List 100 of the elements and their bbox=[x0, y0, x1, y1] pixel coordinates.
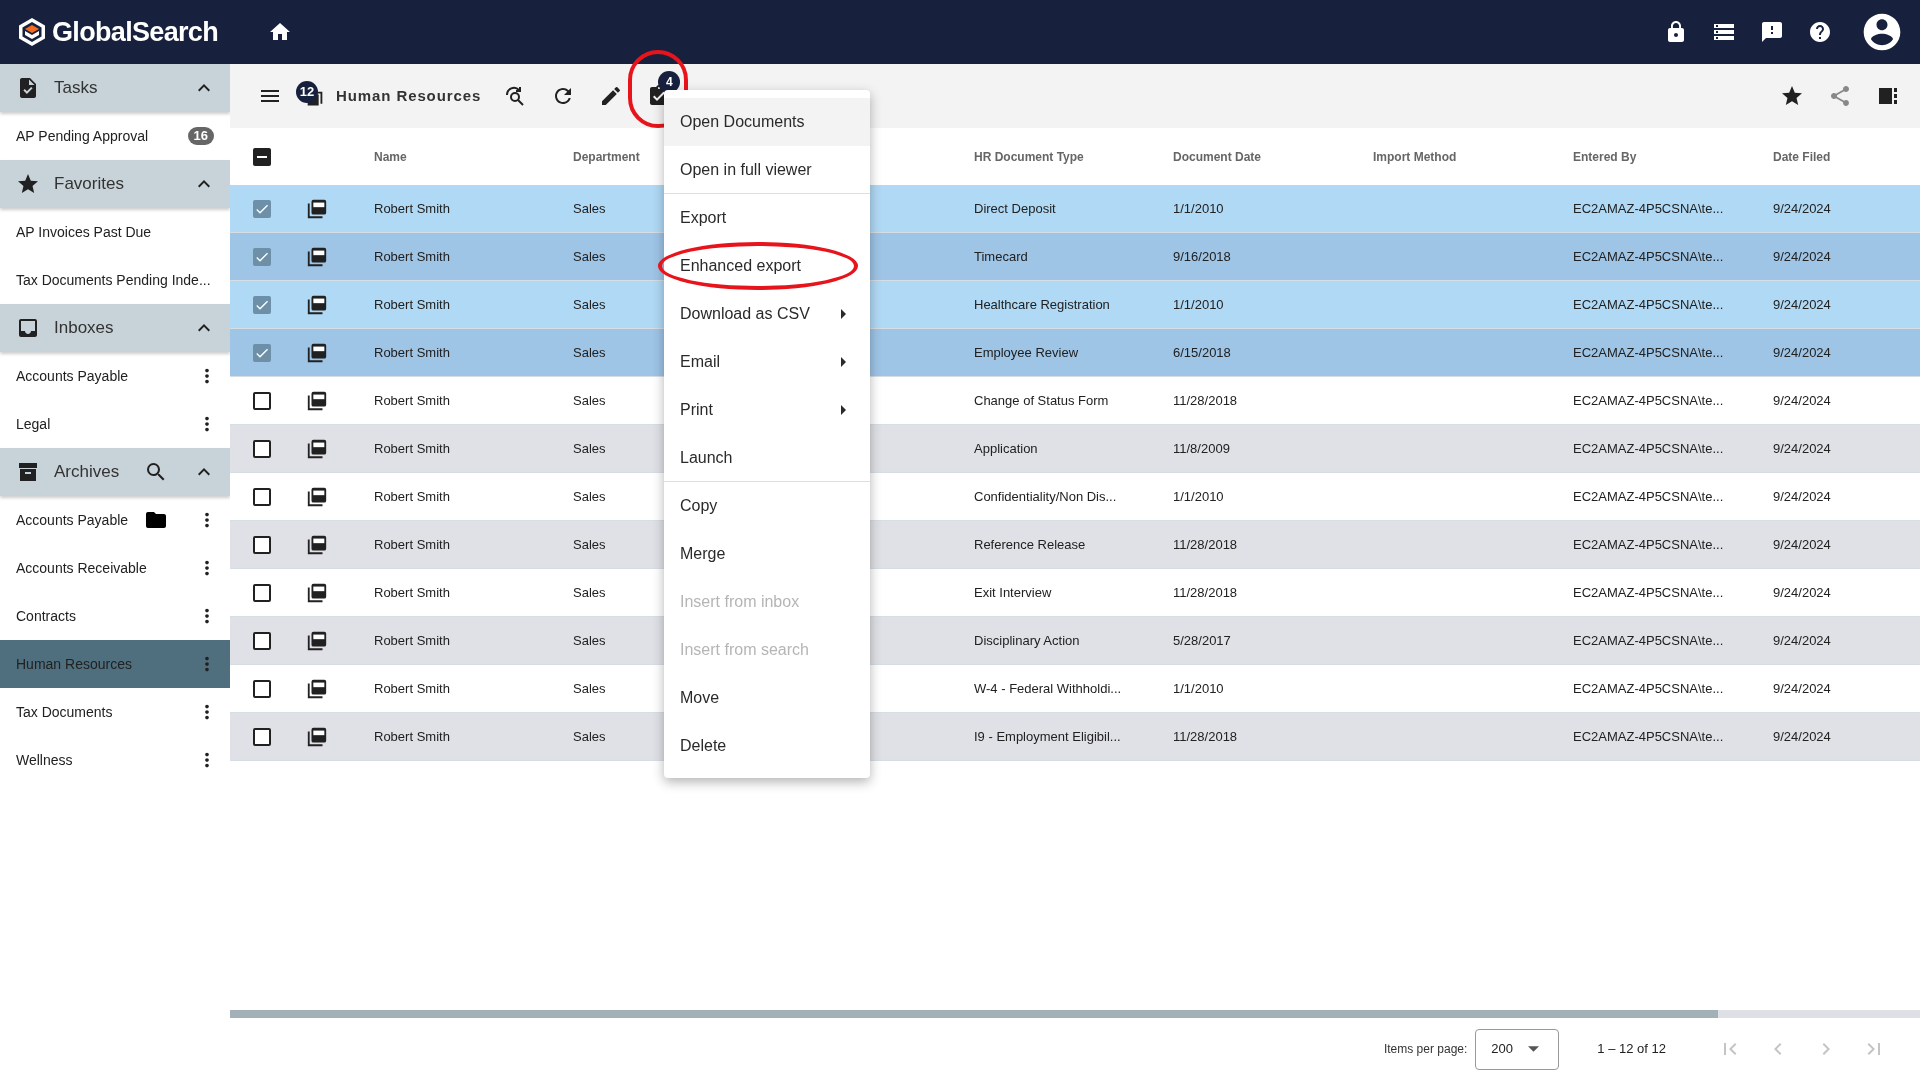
feedback-icon[interactable] bbox=[1760, 20, 1784, 44]
pdf-file-icon[interactable] bbox=[306, 437, 328, 460]
table-cell-text: EC2AMAZ-4P5CSNA\te... bbox=[1573, 295, 1724, 314]
table-cell-text: I9 - Employment Eligibil... bbox=[974, 727, 1121, 746]
row-checkbox[interactable] bbox=[253, 727, 271, 746]
table-cell-text: EC2AMAZ-4P5CSNA\te... bbox=[1573, 679, 1724, 698]
menu-item[interactable]: Open in full viewer bbox=[664, 146, 870, 194]
table-cell-text: Robert Smith bbox=[374, 439, 450, 458]
column-header[interactable]: Entered By bbox=[1573, 147, 1773, 166]
section-header[interactable]: Favorites bbox=[0, 160, 230, 208]
table-cell-text: 9/24/2024 bbox=[1773, 727, 1831, 746]
table-cell-text: 1/1/2010 bbox=[1173, 487, 1224, 506]
column-header[interactable]: HR Document Type bbox=[974, 147, 1173, 166]
section-header[interactable]: Tasks bbox=[0, 64, 230, 112]
table-cell-text: 6/15/2018 bbox=[1173, 343, 1231, 362]
pdf-file-icon[interactable] bbox=[306, 677, 328, 700]
table-cell-text: EC2AMAZ-4P5CSNA\te... bbox=[1573, 535, 1724, 554]
table-cell-text: 9/24/2024 bbox=[1773, 535, 1831, 554]
menu-item[interactable]: Launch bbox=[664, 434, 870, 482]
row-checkbox[interactable] bbox=[253, 247, 271, 266]
table-cell-text: 11/8/2009 bbox=[1173, 439, 1230, 458]
table-cell-text: EC2AMAZ-4P5CSNA\te... bbox=[1573, 199, 1724, 218]
column-header[interactable]: Import Method bbox=[1373, 147, 1573, 166]
row-checkbox[interactable] bbox=[253, 199, 271, 218]
menu-item[interactable]: Open Documents bbox=[664, 98, 870, 146]
pdf-file-icon[interactable] bbox=[306, 725, 328, 748]
pdf-file-icon[interactable] bbox=[306, 197, 328, 220]
table-cell-text: Sales bbox=[573, 583, 606, 602]
table-cell-text: Sales bbox=[573, 343, 606, 362]
table-cell-text: EC2AMAZ-4P5CSNA\te... bbox=[1573, 727, 1724, 746]
select-all-checkbox[interactable] bbox=[253, 147, 271, 166]
section-title: Inboxes bbox=[54, 317, 114, 340]
help-icon[interactable] bbox=[1808, 20, 1832, 44]
inbox-icon bbox=[16, 316, 40, 340]
pdf-file-icon[interactable] bbox=[306, 629, 328, 652]
archive-icon bbox=[16, 460, 40, 484]
table-cell-text: Robert Smith bbox=[374, 295, 450, 314]
logo-icon bbox=[16, 16, 48, 48]
section-title: Archives bbox=[54, 461, 120, 484]
page-size-label: Items per page: bbox=[1383, 1041, 1468, 1058]
pdf-file-icon[interactable] bbox=[306, 341, 328, 364]
submenu-arrow-icon bbox=[841, 405, 846, 415]
row-checkbox[interactable] bbox=[253, 535, 271, 554]
section-header[interactable]: Archives bbox=[0, 448, 230, 496]
table-cell-text: 11/28/2018 bbox=[1173, 727, 1238, 746]
row-checkbox[interactable] bbox=[253, 391, 271, 410]
table-cell-text: 9/24/2024 bbox=[1773, 199, 1831, 218]
page-size-select[interactable]: 200 bbox=[1475, 1028, 1560, 1070]
table-cell-text: 11/28/2018 bbox=[1173, 535, 1238, 554]
pdf-file-icon[interactable] bbox=[306, 581, 328, 604]
pdf-file-icon[interactable] bbox=[306, 389, 328, 412]
row-checkbox[interactable] bbox=[253, 583, 271, 602]
table-cell-text: EC2AMAZ-4P5CSNA\te... bbox=[1573, 487, 1724, 506]
table-cell-text: EC2AMAZ-4P5CSNA\te... bbox=[1573, 583, 1724, 602]
table-cell-text: Confidentiality/Non Dis... bbox=[974, 487, 1117, 506]
table-cell-text: EC2AMAZ-4P5CSNA\te... bbox=[1573, 391, 1724, 410]
share-icon[interactable] bbox=[1828, 84, 1852, 108]
app-title: GlobalSearch bbox=[52, 15, 218, 49]
column-header[interactable]: Date Filed bbox=[1773, 147, 1920, 166]
table-cell-text: Robert Smith bbox=[374, 535, 450, 554]
table-cell-text: Sales bbox=[573, 199, 606, 218]
row-checkbox[interactable] bbox=[253, 295, 271, 314]
table-cell-text: 1/1/2010 bbox=[1173, 199, 1224, 218]
column-header[interactable]: Name bbox=[374, 147, 573, 166]
table-cell-text: Disciplinary Action bbox=[974, 631, 1080, 650]
table-cell-text: Robert Smith bbox=[374, 199, 450, 218]
horizontal-scrollbar[interactable] bbox=[230, 1010, 1920, 1018]
row-checkbox[interactable] bbox=[253, 343, 271, 362]
pdf-file-icon[interactable] bbox=[306, 245, 328, 268]
table-cell-text: Sales bbox=[573, 247, 606, 266]
table-cell-text: Sales bbox=[573, 391, 606, 410]
table-cell-text: 1/1/2010 bbox=[1173, 295, 1224, 314]
table-cell-text: Exit Interview bbox=[974, 583, 1052, 602]
table-cell-text: Robert Smith bbox=[374, 583, 450, 602]
table-cell-text: Robert Smith bbox=[374, 631, 450, 650]
table-cell-text: EC2AMAZ-4P5CSNA\te... bbox=[1573, 343, 1724, 362]
table-cell-text: 9/24/2024 bbox=[1773, 439, 1831, 458]
table-cell-text: Timecard bbox=[974, 247, 1028, 266]
pdf-file-icon[interactable] bbox=[306, 293, 328, 316]
pdf-file-icon[interactable] bbox=[306, 533, 328, 556]
row-checkbox[interactable] bbox=[253, 439, 271, 458]
star-icon[interactable] bbox=[1780, 84, 1804, 108]
table-cell-text: Sales bbox=[573, 679, 606, 698]
section-header[interactable]: Inboxes bbox=[0, 304, 230, 352]
table-cell-text: Sales bbox=[573, 535, 606, 554]
column-header[interactable]: Document Date bbox=[1173, 147, 1373, 166]
table-cell-text: Employee Review bbox=[974, 343, 1079, 362]
row-checkbox[interactable] bbox=[253, 487, 271, 506]
pdf-file-icon[interactable] bbox=[306, 485, 328, 508]
selection-badge: 4 bbox=[658, 71, 681, 93]
submenu-arrow-icon bbox=[841, 357, 846, 367]
table-cell-text: EC2AMAZ-4P5CSNA\te... bbox=[1573, 439, 1724, 458]
row-checkbox[interactable] bbox=[253, 679, 271, 698]
table-cell-text: Reference Release bbox=[974, 535, 1086, 554]
table-cell-text: Robert Smith bbox=[374, 343, 450, 362]
table-cell-text: 9/24/2024 bbox=[1773, 295, 1831, 314]
table-cell-text: Sales bbox=[573, 295, 606, 314]
row-checkbox[interactable] bbox=[253, 631, 271, 650]
section-title: Favorites bbox=[54, 173, 124, 196]
table-cell-text: Healthcare Registration bbox=[974, 295, 1110, 314]
